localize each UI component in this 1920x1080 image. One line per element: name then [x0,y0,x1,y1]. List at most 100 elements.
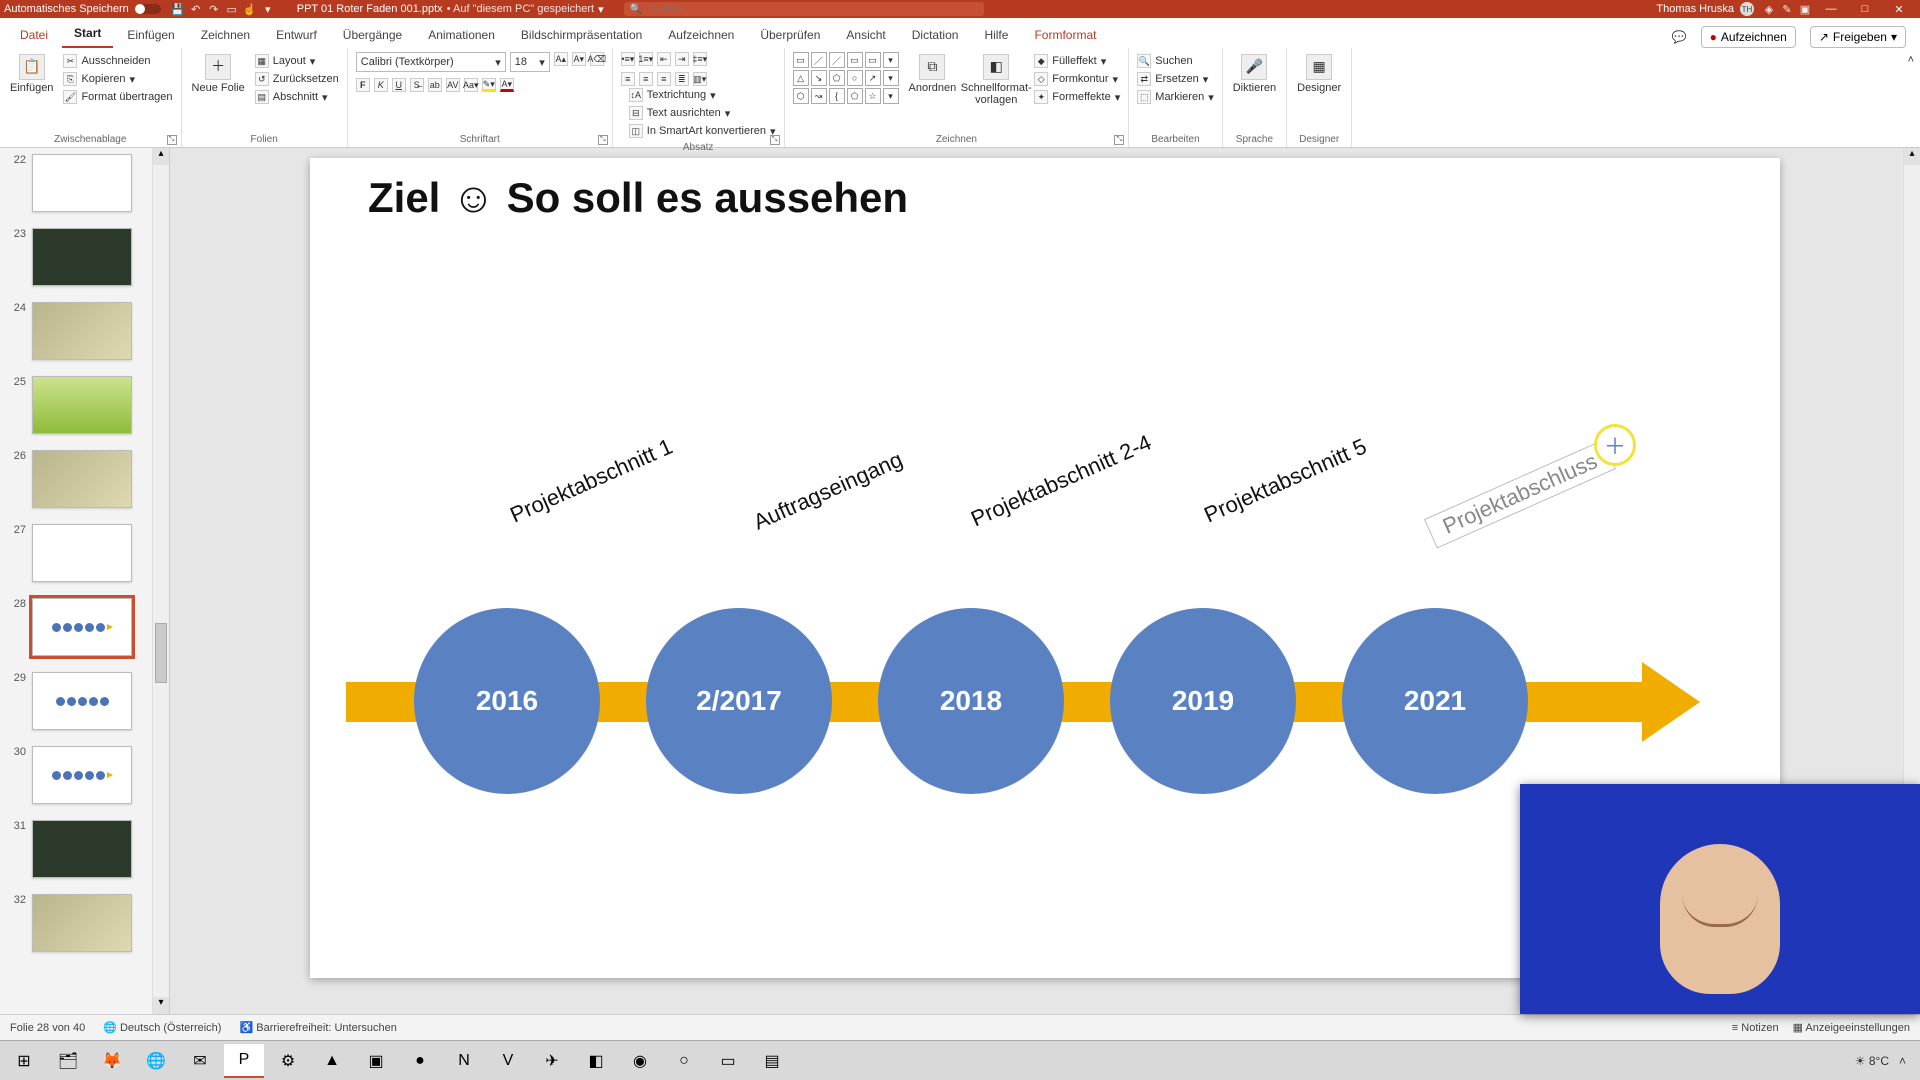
search-box[interactable]: 🔍 [624,2,984,16]
chrome-icon[interactable]: 🌐 [136,1044,176,1078]
tab-insert[interactable]: Einfügen [115,22,186,48]
reset-button[interactable]: ↺Zurücksetzen [255,70,339,88]
select-button[interactable]: ⬚Markieren▾ [1137,88,1213,106]
thumb-26[interactable]: 26 [0,444,169,518]
tab-review[interactable]: Überprüfen [748,22,832,48]
arrow-head-icon[interactable] [1642,662,1700,742]
strike-button[interactable]: S̶ [410,78,424,92]
firefox-icon[interactable]: 🦊 [92,1044,132,1078]
bullets-button[interactable]: •≡▾ [621,52,635,66]
spacing-button[interactable]: AV [446,78,460,92]
shadow-button[interactable]: ab [428,78,442,92]
copy-button[interactable]: ⎘Kopieren▾ [63,70,172,88]
obs-icon[interactable]: ◉ [620,1044,660,1078]
align-center-button[interactable]: ≡ [639,72,653,86]
label-3[interactable]: Projektabschnitt 2-4 [967,430,1155,533]
vlc-icon[interactable]: ▲ [312,1044,352,1078]
label-1[interactable]: Projektabschnitt 1 [506,434,676,529]
tab-record[interactable]: Aufzeichnen [656,22,746,48]
thumb-28[interactable]: 28 [0,592,169,666]
from-beginning-icon[interactable]: ▭ [223,0,241,18]
slide-title[interactable]: Ziel ☺ So soll es aussehen [368,174,908,222]
tab-transitions[interactable]: Übergänge [331,22,414,48]
text-direction-button[interactable]: ↕ATextrichtung▾ [629,86,776,104]
font-color-button[interactable]: A▾ [500,78,514,92]
thumb-30[interactable]: 30 [0,740,169,814]
thumb-31[interactable]: 31 [0,814,169,888]
display-settings-button[interactable]: ▦ Anzeigeeinstellungen [1793,1021,1910,1034]
file-name[interactable]: PPT 01 Roter Faden 001.pptx • Auf "diese… [297,3,604,16]
draw-icon[interactable]: ✎ [1778,0,1796,18]
justify-button[interactable]: ≣ [675,72,689,86]
shape-fill-button[interactable]: ◆Fülleffekt▾ [1034,52,1120,70]
tab-file[interactable]: Datei [8,22,60,48]
slide-counter[interactable]: Folie 28 von 40 [10,1022,85,1034]
indent-dec-button[interactable]: ⇤ [657,52,671,66]
text-align-button[interactable]: ⊟Text ausrichten▾ [629,104,776,122]
onenote-icon[interactable]: N [444,1044,484,1078]
thumb-23[interactable]: 23 [0,222,169,296]
thumb-25[interactable]: 25 [0,370,169,444]
indent-inc-button[interactable]: ⇥ [675,52,689,66]
bold-button[interactable]: F [356,78,370,92]
line-spacing-button[interactable]: ‡≡▾ [693,52,707,66]
quick-styles-button[interactable]: ◧Schnellformat-vorlagen [966,52,1026,108]
explorer-icon[interactable]: 🗂 [48,1044,88,1078]
designer-button[interactable]: ▦Designer [1295,52,1343,96]
thumb-27[interactable]: 27 [0,518,169,592]
find-button[interactable]: 🔍Suchen [1137,52,1213,70]
align-left-button[interactable]: ≡ [621,72,635,86]
start-button[interactable]: ⊞ [4,1044,44,1078]
record-button[interactable]: ●Aufzeichnen [1701,26,1796,48]
dialog-launcher-icon[interactable]: ⤡ [1114,135,1124,145]
coming-soon-icon[interactable]: ◈ [1760,0,1778,18]
scroll-up-icon[interactable]: ▴ [153,148,169,165]
section-button[interactable]: ▤Abschnitt▾ [255,88,339,106]
share-button[interactable]: ↗Freigeben▾ [1810,26,1906,48]
arrange-button[interactable]: ⧉Anordnen [907,52,959,96]
scroll-down-icon[interactable]: ▾ [153,997,169,1014]
new-slide-button[interactable]: ＋Neue Folie [190,52,247,96]
replace-button[interactable]: ⇄Ersetzen▾ [1137,70,1213,88]
chevron-down-icon[interactable]: ▾ [129,73,135,86]
autosave-toggle[interactable]: Automatisches Speichern [4,3,161,15]
thumb-29[interactable]: 29 [0,666,169,740]
scroll-thumb[interactable] [155,623,167,683]
language-button[interactable]: 🌐 Deutsch (Österreich) [103,1021,221,1034]
font-size-combo[interactable]: 18▾ [510,52,550,72]
collapse-ribbon-icon[interactable]: ˄ [1908,54,1914,66]
qat-more-icon[interactable]: ▾ [259,0,277,18]
year-circle-3[interactable]: 2018 [878,608,1064,794]
case-button[interactable]: Aa▾ [464,78,478,92]
year-circle-2[interactable]: 2/2017 [646,608,832,794]
tab-design[interactable]: Entwurf [264,22,329,48]
year-circle-5[interactable]: 2021 [1342,608,1528,794]
tab-animations[interactable]: Animationen [416,22,507,48]
dictate-button[interactable]: 🎤Diktieren [1231,52,1278,96]
italic-button[interactable]: K [374,78,388,92]
font-name-combo[interactable]: Calibri (Textkörper)▾ [356,52,506,72]
tab-shape-format[interactable]: Formformat [1022,22,1108,48]
cut-button[interactable]: ✂Ausschneiden [63,52,172,70]
touch-icon[interactable]: ☝ [241,0,259,18]
accessibility-button[interactable]: ♿ Barrierefreiheit: Untersuchen [239,1021,396,1034]
telegram-icon[interactable]: ✈ [532,1044,572,1078]
weather-widget[interactable]: ☀ 8°C [1855,1054,1889,1068]
app-icon[interactable]: ● [400,1044,440,1078]
year-circle-4[interactable]: 2019 [1110,608,1296,794]
paste-button[interactable]: 📋Einfügen [8,52,55,96]
app-icon[interactable]: ▣ [356,1044,396,1078]
window-icon[interactable]: ▣ [1796,0,1814,18]
align-right-button[interactable]: ≡ [657,72,671,86]
dialog-launcher-icon[interactable]: ⤡ [770,135,780,145]
zoom-icon[interactable]: ▭ [708,1044,748,1078]
save-icon[interactable]: 💾 [169,0,187,18]
shape-effects-button[interactable]: ✦Formeffekte▾ [1034,88,1120,106]
chevron-down-icon[interactable]: ▾ [598,3,604,16]
comments-icon[interactable]: 💬 [1672,30,1687,44]
columns-button[interactable]: ▥▾ [693,72,707,86]
search-input[interactable] [648,4,978,15]
powerpoint-icon[interactable]: P [224,1044,264,1078]
app-icon[interactable]: ○ [664,1044,704,1078]
outlook-icon[interactable]: ✉ [180,1044,220,1078]
